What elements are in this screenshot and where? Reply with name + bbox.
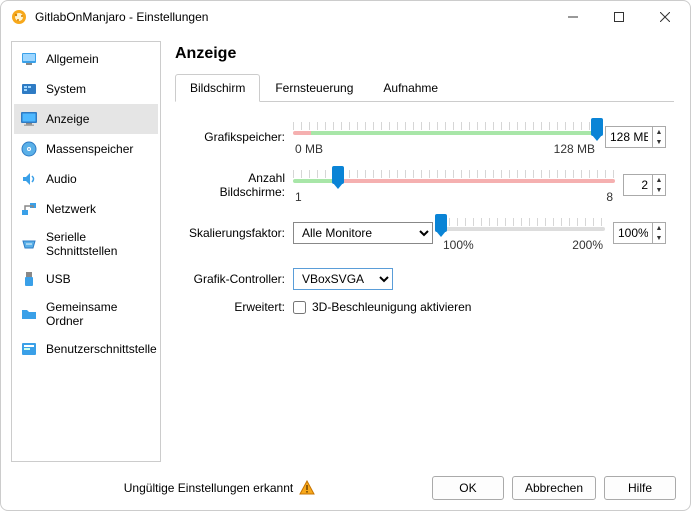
dialog-footer: Ungültige Einstellungen erkannt OK Abbre… xyxy=(1,466,690,510)
storage-icon xyxy=(20,140,38,158)
warning-icon xyxy=(299,480,315,496)
sidebar-item-label: Benutzerschnittstelle xyxy=(46,342,157,356)
graphics-controller-select[interactable]: VBoxSVGA xyxy=(293,268,393,290)
audio-icon xyxy=(20,170,38,188)
sidebar-item-audio[interactable]: Audio xyxy=(14,164,158,194)
sidebar-item-serial[interactable]: Serielle Schnittstellen xyxy=(14,224,158,264)
general-icon xyxy=(20,50,38,68)
monitor-count-input[interactable] xyxy=(624,175,652,195)
spin-up-icon[interactable]: ▲ xyxy=(653,223,665,233)
minimize-button[interactable] xyxy=(550,2,596,32)
scale-factor-spinner[interactable]: ▲▼ xyxy=(613,222,666,244)
spin-up-icon[interactable]: ▲ xyxy=(653,127,665,137)
scale-mid: 100% xyxy=(443,238,474,252)
monitor-count-min: 1 xyxy=(295,190,302,204)
monitor-count-label: Anzahl Bildschirme: xyxy=(183,171,293,199)
extended-label: Erweitert: xyxy=(183,300,293,314)
spin-up-icon[interactable]: ▲ xyxy=(653,175,665,185)
cancel-button[interactable]: Abbrechen xyxy=(512,476,596,500)
video-memory-min: 0 MB xyxy=(295,142,323,156)
tab-recording[interactable]: Aufnahme xyxy=(368,74,453,102)
video-memory-slider[interactable] xyxy=(293,118,597,140)
video-memory-label: Grafikspeicher: xyxy=(183,130,293,144)
sidebar-item-label: Audio xyxy=(46,172,77,186)
monitor-count-spinner[interactable]: ▲▼ xyxy=(623,174,666,196)
page-title: Anzeige xyxy=(175,45,674,63)
sidebar-item-label: System xyxy=(46,82,86,96)
sidebar-item-label: Gemeinsame Ordner xyxy=(46,300,152,328)
scale-monitor-select[interactable]: Alle Monitore xyxy=(293,222,433,244)
sidebar-item-storage[interactable]: Massenspeicher xyxy=(14,134,158,164)
monitor-count-slider[interactable] xyxy=(293,166,615,188)
sidebar-item-label: Serielle Schnittstellen xyxy=(46,230,152,258)
settings-sidebar: Allgemein System Anzeige Massenspeicher … xyxy=(11,41,161,462)
video-memory-max: 128 MB xyxy=(554,142,595,156)
serial-icon xyxy=(20,235,38,253)
scale-factor-input[interactable] xyxy=(614,223,652,243)
sidebar-item-shared-folders[interactable]: Gemeinsame Ordner xyxy=(14,294,158,334)
tab-screen[interactable]: Bildschirm xyxy=(175,74,260,102)
folder-icon xyxy=(20,305,38,323)
video-memory-input[interactable] xyxy=(606,127,652,147)
sidebar-item-general[interactable]: Allgemein xyxy=(14,44,158,74)
sidebar-item-interface[interactable]: Benutzerschnittstelle xyxy=(14,334,158,364)
invalid-settings-message: Ungültige Einstellungen erkannt xyxy=(124,481,293,495)
sidebar-item-label: Massenspeicher xyxy=(46,142,133,156)
interface-icon xyxy=(20,340,38,358)
tab-remote[interactable]: Fernsteuerung xyxy=(260,74,368,102)
sidebar-item-label: USB xyxy=(46,272,71,286)
tab-bar: Bildschirm Fernsteuerung Aufnahme xyxy=(175,73,674,102)
close-button[interactable] xyxy=(642,2,688,32)
sidebar-item-label: Netzwerk xyxy=(46,202,96,216)
scale-max: 200% xyxy=(572,238,603,252)
ok-button[interactable]: OK xyxy=(432,476,504,500)
help-button[interactable]: Hilfe xyxy=(604,476,676,500)
window-title: GitlabOnManjaro - Einstellungen xyxy=(35,10,550,24)
maximize-button[interactable] xyxy=(596,2,642,32)
3d-accel-label: 3D-Beschleunigung aktivieren xyxy=(312,300,471,314)
scale-factor-label: Skalierungsfaktor: xyxy=(183,226,293,240)
sidebar-item-network[interactable]: Netzwerk xyxy=(14,194,158,224)
scale-factor-slider[interactable] xyxy=(441,214,605,236)
app-icon xyxy=(11,9,27,25)
system-icon xyxy=(20,80,38,98)
usb-icon xyxy=(20,270,38,288)
sidebar-item-system[interactable]: System xyxy=(14,74,158,104)
sidebar-item-display[interactable]: Anzeige xyxy=(14,104,158,134)
spin-down-icon[interactable]: ▼ xyxy=(653,185,665,195)
titlebar: GitlabOnManjaro - Einstellungen xyxy=(1,1,690,33)
monitor-count-max: 8 xyxy=(606,190,613,204)
graphics-controller-label: Grafik-Controller: xyxy=(183,272,293,286)
spin-down-icon[interactable]: ▼ xyxy=(653,137,665,147)
display-icon xyxy=(20,110,38,128)
sidebar-item-label: Anzeige xyxy=(46,112,89,126)
3d-accel-checkbox[interactable] xyxy=(293,301,306,314)
sidebar-item-label: Allgemein xyxy=(46,52,99,66)
video-memory-spinner[interactable]: ▲▼ xyxy=(605,126,666,148)
spin-down-icon[interactable]: ▼ xyxy=(653,233,665,243)
sidebar-item-usb[interactable]: USB xyxy=(14,264,158,294)
network-icon xyxy=(20,200,38,218)
